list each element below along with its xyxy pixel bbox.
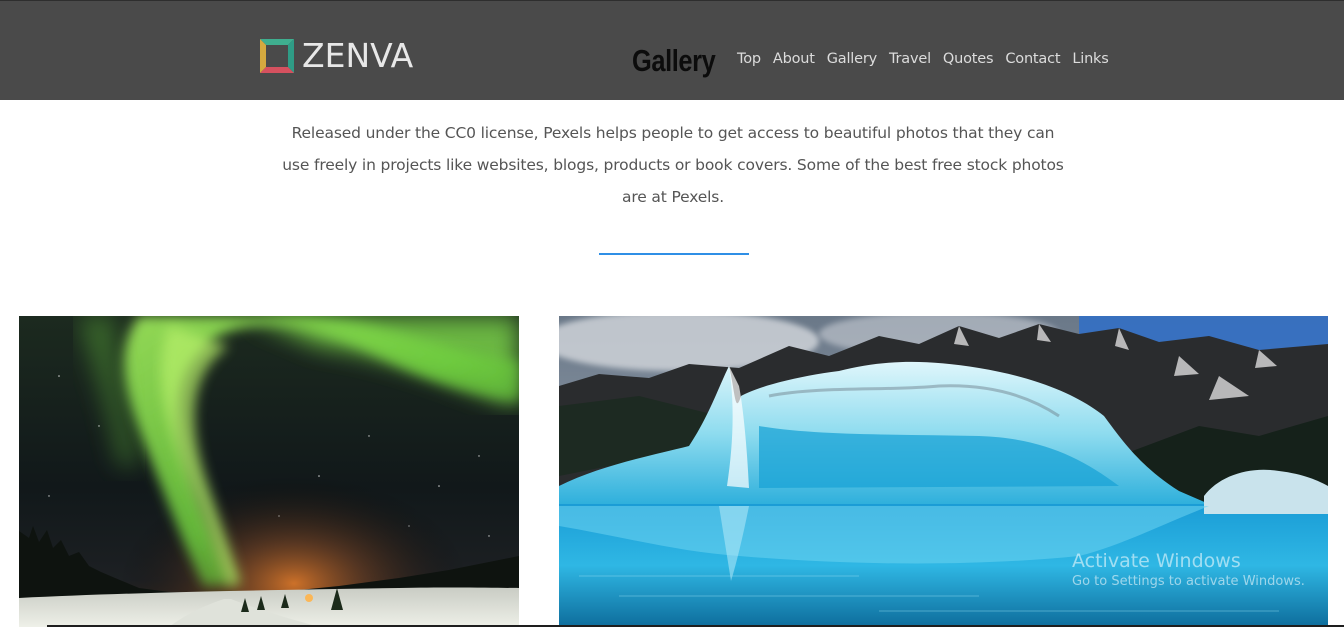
nav-link-quotes[interactable]: Quotes <box>943 48 994 70</box>
gallery-photo-aurora[interactable] <box>19 316 519 627</box>
intro-line: use freely in projects like websites, bl… <box>282 156 1064 174</box>
nav-link-gallery[interactable]: Gallery <box>827 48 877 70</box>
aurora-image <box>19 316 519 627</box>
brand-logo-link[interactable]: ZENVA <box>258 36 413 76</box>
nav-link-about[interactable]: About <box>773 48 815 70</box>
zenva-logo-icon <box>260 39 294 73</box>
section-divider <box>599 253 749 255</box>
windows-activation-watermark: Activate Windows Go to Settings to activ… <box>1072 549 1305 591</box>
navbar: ZENVA Gallery Top About Gallery Travel Q… <box>0 0 1344 100</box>
main-nav: Top About Gallery Travel Quotes Contact … <box>737 48 1121 70</box>
nav-link-links[interactable]: Links <box>1072 48 1108 70</box>
nav-link-top[interactable]: Top <box>737 48 761 70</box>
brand-name: ZENVA <box>302 36 414 75</box>
nav-link-contact[interactable]: Contact <box>1005 48 1060 70</box>
intro-line: are at Pexels. <box>622 188 724 206</box>
intro-line: Released under the CC0 license, Pexels h… <box>291 124 1055 142</box>
section-title: Gallery <box>632 43 716 78</box>
page: ZENVA Gallery Top About Gallery Travel Q… <box>0 0 1344 627</box>
intro-paragraph: Released under the CC0 license, Pexels h… <box>272 117 1074 213</box>
watermark-subtitle: Go to Settings to activate Windows. <box>1072 574 1305 589</box>
nav-link-travel[interactable]: Travel <box>889 48 931 70</box>
watermark-title: Activate Windows <box>1072 550 1241 572</box>
